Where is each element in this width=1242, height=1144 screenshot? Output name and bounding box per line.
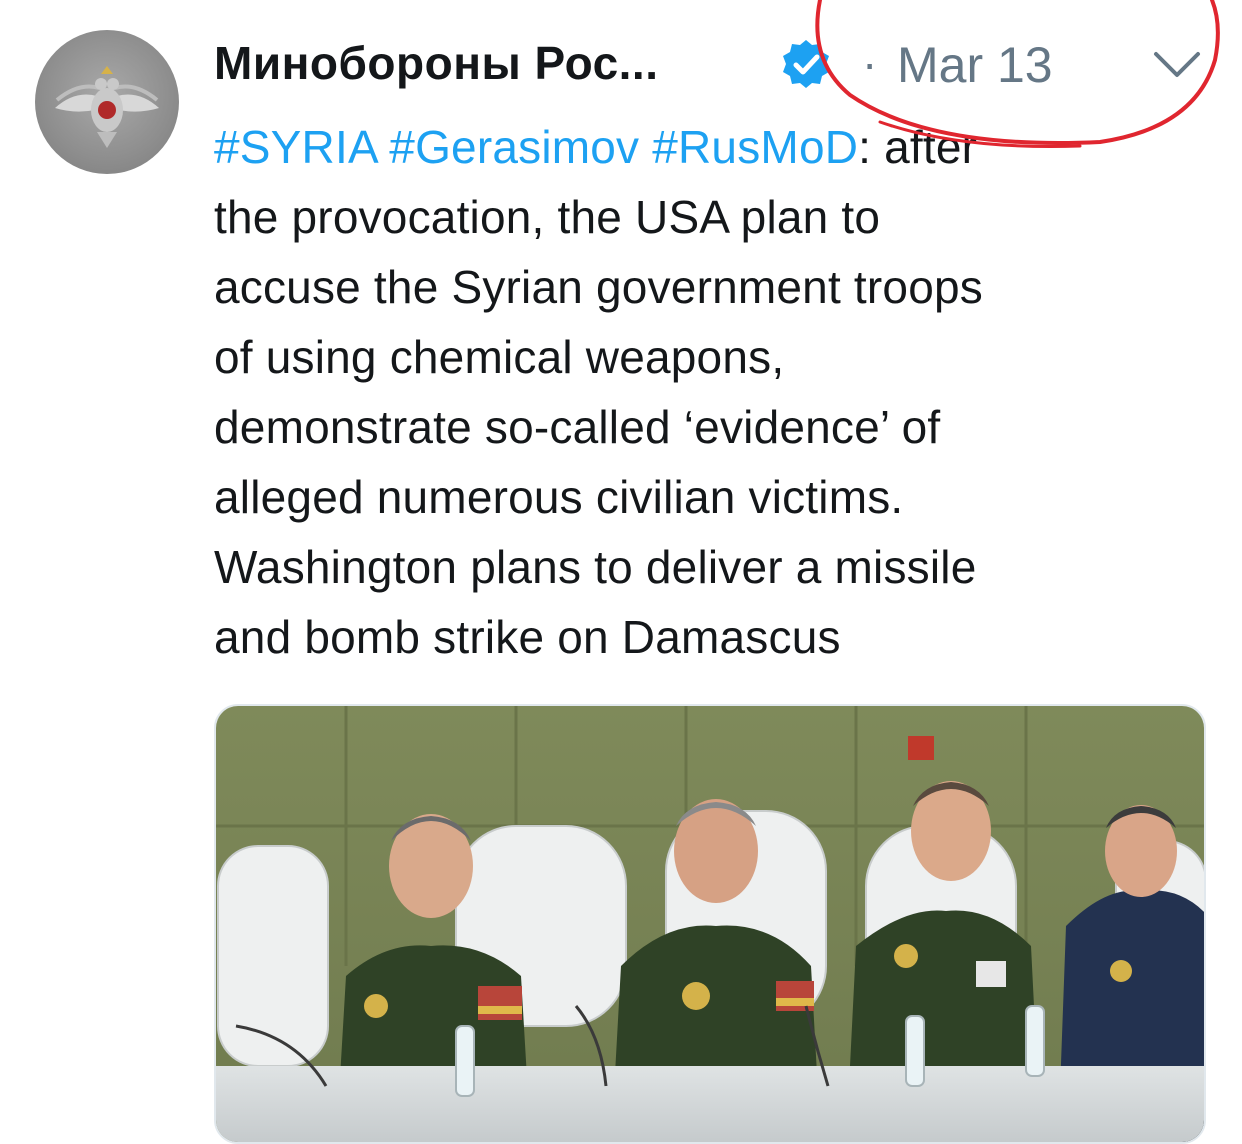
avatar[interactable] <box>35 30 179 174</box>
meta-separator: · <box>862 37 878 89</box>
hashtag-link[interactable]: #SYRIA <box>214 121 376 173</box>
tweet-text: Washington plans to deliver a missile <box>214 541 977 593</box>
tweet-text: : after <box>858 121 978 173</box>
tweet-header: Минобороны Рос... · Mar 13 <box>214 28 1224 98</box>
chevron-down-icon[interactable] <box>1152 48 1202 82</box>
tweet-text: alleged numerous civilian victims. <box>214 471 904 523</box>
verified-badge-icon <box>783 40 829 88</box>
emblem-icon <box>55 66 159 148</box>
hashtag-link[interactable]: #RusMoD <box>652 121 858 173</box>
tweet-date[interactable]: Mar 13 <box>897 36 1053 94</box>
tweet-photo[interactable] <box>214 704 1206 1144</box>
photo-image <box>216 706 1204 1142</box>
tweet-text: demonstrate so-called ‘evidence’ of <box>214 401 941 453</box>
tweet-text: the provocation, the USA plan to <box>214 191 881 243</box>
tweet-line-1: #SYRIA #Gerasimov #RusMoD: after <box>214 112 1214 182</box>
tweet-body: #SYRIA #Gerasimov #RusMoD: after the pro… <box>214 112 1214 672</box>
tweet-text: accuse the Syrian government troops <box>214 261 983 313</box>
author-name[interactable]: Минобороны Рос... <box>214 36 659 90</box>
tweet-text: of using chemical weapons, <box>214 331 785 383</box>
hashtag-link[interactable]: #Gerasimov <box>389 121 639 173</box>
tweet-text: and bomb strike on Damascus <box>214 611 841 663</box>
